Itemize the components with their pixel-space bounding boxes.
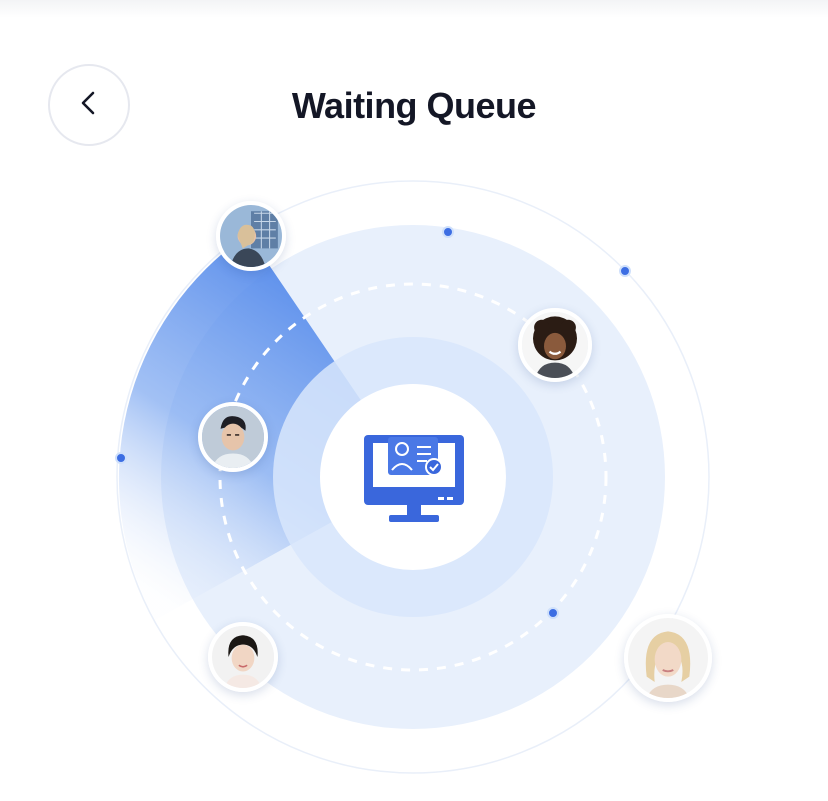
avatar-user-right[interactable] — [518, 308, 592, 382]
radar-dot — [442, 226, 454, 238]
avatar-user-top-left[interactable] — [216, 201, 286, 271]
avatar-user-left[interactable] — [198, 402, 268, 472]
radar-dot — [619, 265, 631, 277]
avatar-user-bottom-left[interactable] — [208, 622, 278, 692]
avatar-user-bottom-right[interactable] — [624, 614, 712, 702]
radar-dot — [115, 452, 127, 464]
radar-dot — [547, 607, 559, 619]
